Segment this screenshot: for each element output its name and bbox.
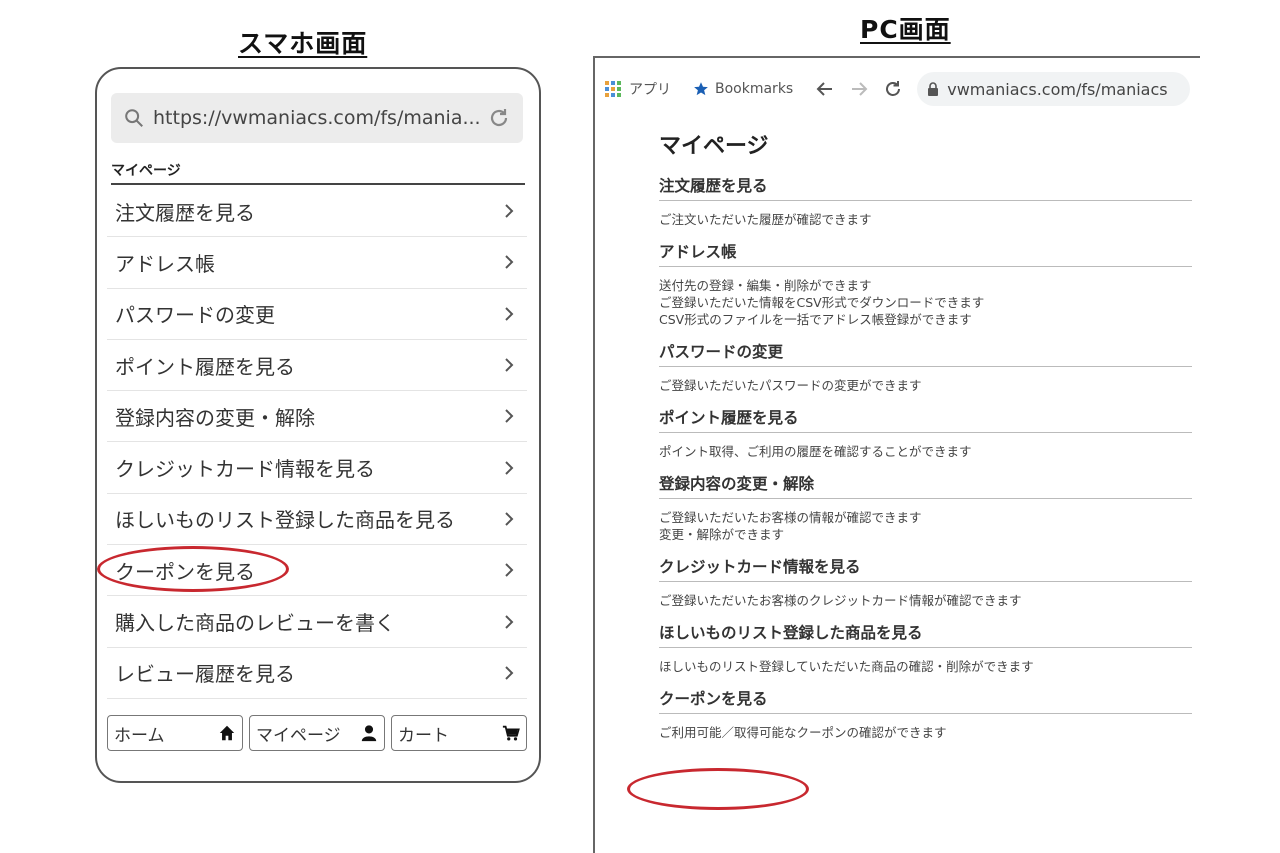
section-heading-link[interactable]: クレジットカード情報を見る [659,555,1192,582]
pc-browser-window: アプリ Bookmarks vwmaniacs.com/fs/maniacs マ… [593,56,1200,853]
chevron-right-icon [505,307,514,321]
menu-item-coupons[interactable]: クーポンを見る [107,545,527,597]
menu-item-label: レビュー履歴を見る [115,662,295,687]
menu-item-label: 購入した商品のレビューを書く [115,611,395,636]
section-description: ご利用可能／取得可能なクーポンの確認ができます [659,714,1192,753]
menu-item-label: クーポンを見る [115,559,255,584]
section-heading-link[interactable]: ほしいものリスト登録した商品を見る [659,621,1192,648]
url-text: https://vwmaniacs.com/fs/mania... [153,107,481,129]
chevron-right-icon [505,666,514,680]
description-line: ご登録いただいたお客様の情報が確認できます [659,510,922,525]
chevron-right-icon [505,204,514,218]
menu-item-label: ほしいものリスト登録した商品を見る [115,508,455,533]
chevron-right-icon [505,614,514,629]
section-registration-change: 登録内容の変更・解除 ご登録いただいたお客様の情報が確認できます 変更・解除がで… [659,472,1192,555]
chevron-right-icon [505,512,514,526]
back-icon[interactable] [815,79,835,99]
section-heading-link[interactable]: 登録内容の変更・解除 [659,472,1192,499]
menu-item-label: クレジットカード情報を見る [115,457,375,482]
menu-item-label: ポイント履歴を見る [115,354,295,379]
forward-icon[interactable] [849,79,869,99]
section-coupons: クーポンを見る ご利用可能／取得可能なクーポンの確認ができます [659,687,1192,753]
chevron-right-icon [505,409,514,424]
pc-screen-heading: PC画面 [860,15,951,44]
cart-button[interactable]: カート [391,715,527,751]
menu-item-registration-change[interactable]: 登録内容の変更・解除 [107,391,527,443]
menu-item-review-history[interactable]: レビュー履歴を見る [107,647,527,699]
omnibox[interactable]: vwmaniacs.com/fs/maniacs [917,72,1190,106]
section-description: ご登録いただいたお客様の情報が確認できます 変更・解除ができます [659,499,1192,555]
menu-item-point-history[interactable]: ポイント履歴を見る [107,339,527,392]
refresh-icon[interactable] [883,79,903,99]
description-line: ほしいものリスト登録していただいた商品の確認・削除ができます [659,659,1034,674]
description-line: ご登録いただいた情報をCSV形式でダウンロードできます [659,295,985,310]
description-line: ご登録いただいたパスワードの変更ができます [659,378,922,393]
search-icon [125,109,143,127]
section-description: 送付先の登録・編集・削除ができます ご登録いただいた情報をCSV形式でダウンロー… [659,267,1192,340]
chevron-right-icon [505,563,514,577]
menu-item-address-book[interactable]: アドレス帳 [107,237,527,289]
section-wishlist: ほしいものリスト登録した商品を見る ほしいものリスト登録していただいた商品の確認… [659,621,1192,687]
smartphone-screen-heading: スマホ画面 [238,29,368,58]
section-password-change: パスワードの変更 ご登録いただいたパスワードの変更ができます [659,340,1192,406]
menu-item-label: パスワードの変更 [115,303,275,328]
home-button-label: ホーム [114,725,165,746]
section-address-book: アドレス帳 送付先の登録・編集・削除ができます ご登録いただいた情報をCSV形式… [659,240,1192,340]
menu-item-credit-card[interactable]: クレジットカード情報を見る [107,442,527,494]
apps-label[interactable]: アプリ [629,79,671,99]
menu-item-wishlist[interactable]: ほしいものリスト登録した商品を見る [107,493,527,546]
menu-item-label: アドレス帳 [115,251,215,276]
description-line: ご利用可能／取得可能なクーポンの確認ができます [659,725,947,740]
browser-toolbar: アプリ Bookmarks vwmaniacs.com/fs/maniacs [605,72,1190,106]
section-point-history: ポイント履歴を見る ポイント取得、ご利用の履歴を確認することができます [659,406,1192,472]
menu-item-write-review[interactable]: 購入した商品のレビューを書く [107,596,527,648]
section-description: ご登録いただいたパスワードの変更ができます [659,367,1192,406]
mypage-button[interactable]: マイページ [249,715,385,751]
description-line: ご登録いただいたお客様のクレジットカード情報が確認できます [659,593,1022,608]
smartphone-frame: https://vwmaniacs.com/fs/mania... マイページ … [95,67,541,783]
description-line: ポイント取得、ご利用の履歴を確認することができます [659,444,972,459]
section-description: ほしいものリスト登録していただいた商品の確認・削除ができます [659,648,1192,687]
pc-mypage-content: マイページ 注文履歴を見る ご注文いただいた履歴が確認できます アドレス帳 送付… [659,128,1192,753]
apps-icon[interactable] [605,81,621,97]
menu-item-password-change[interactable]: パスワードの変更 [107,288,527,340]
cart-button-label: カート [398,725,449,746]
description-line: 変更・解除ができます [659,527,785,542]
star-icon [694,82,708,96]
description-line: 送付先の登録・編集・削除ができます [659,278,872,293]
section-heading-link[interactable]: ポイント履歴を見る [659,406,1192,433]
chevron-right-icon [505,358,514,372]
section-description: ご登録いただいたお客様のクレジットカード情報が確認できます [659,582,1192,621]
home-icon [219,725,235,741]
section-heading-link[interactable]: クーポンを見る [659,687,1192,714]
menu-item-order-history[interactable]: 注文履歴を見る [107,186,527,238]
section-heading-link[interactable]: パスワードの変更 [659,340,1192,367]
section-heading-link[interactable]: 注文履歴を見る [659,174,1192,201]
mypage-menu: 注文履歴を見る アドレス帳 パスワードの変更 ポイント履歴を見る 登録内容の変更… [107,186,527,699]
description-line: CSV形式のファイルを一括でアドレス帳登録ができます [659,312,972,327]
menu-item-label: 登録内容の変更・解除 [115,405,315,430]
section-credit-card: クレジットカード情報を見る ご登録いただいたお客様のクレジットカード情報が確認で… [659,555,1192,621]
menu-item-label: 注文履歴を見る [115,200,255,225]
lock-icon [928,82,939,96]
bottom-nav: ホーム マイページ カート [107,705,527,761]
omnibox-url: vwmaniacs.com/fs/maniacs [947,79,1168,99]
section-heading-link[interactable]: アドレス帳 [659,240,1192,267]
mypage-button-label: マイページ [256,725,341,746]
chevron-right-icon [505,460,514,475]
user-icon [361,725,377,742]
description-line: ご注文いただいた履歴が確認できます [659,212,872,227]
cart-icon [502,725,520,741]
home-button[interactable]: ホーム [107,715,243,751]
section-description: ご注文いただいた履歴が確認できます [659,201,1192,240]
pc-mypage-title: マイページ [659,134,769,159]
address-bar[interactable]: https://vwmaniacs.com/fs/mania... [111,93,523,143]
section-description: ポイント取得、ご利用の履歴を確認することができます [659,433,1192,472]
chevron-right-icon [505,255,514,270]
reload-icon[interactable] [487,106,511,130]
section-order-history: 注文履歴を見る ご注文いただいた履歴が確認できます [659,174,1192,240]
bookmarks-label[interactable]: Bookmarks [715,81,793,97]
mypage-title: マイページ [111,160,525,185]
